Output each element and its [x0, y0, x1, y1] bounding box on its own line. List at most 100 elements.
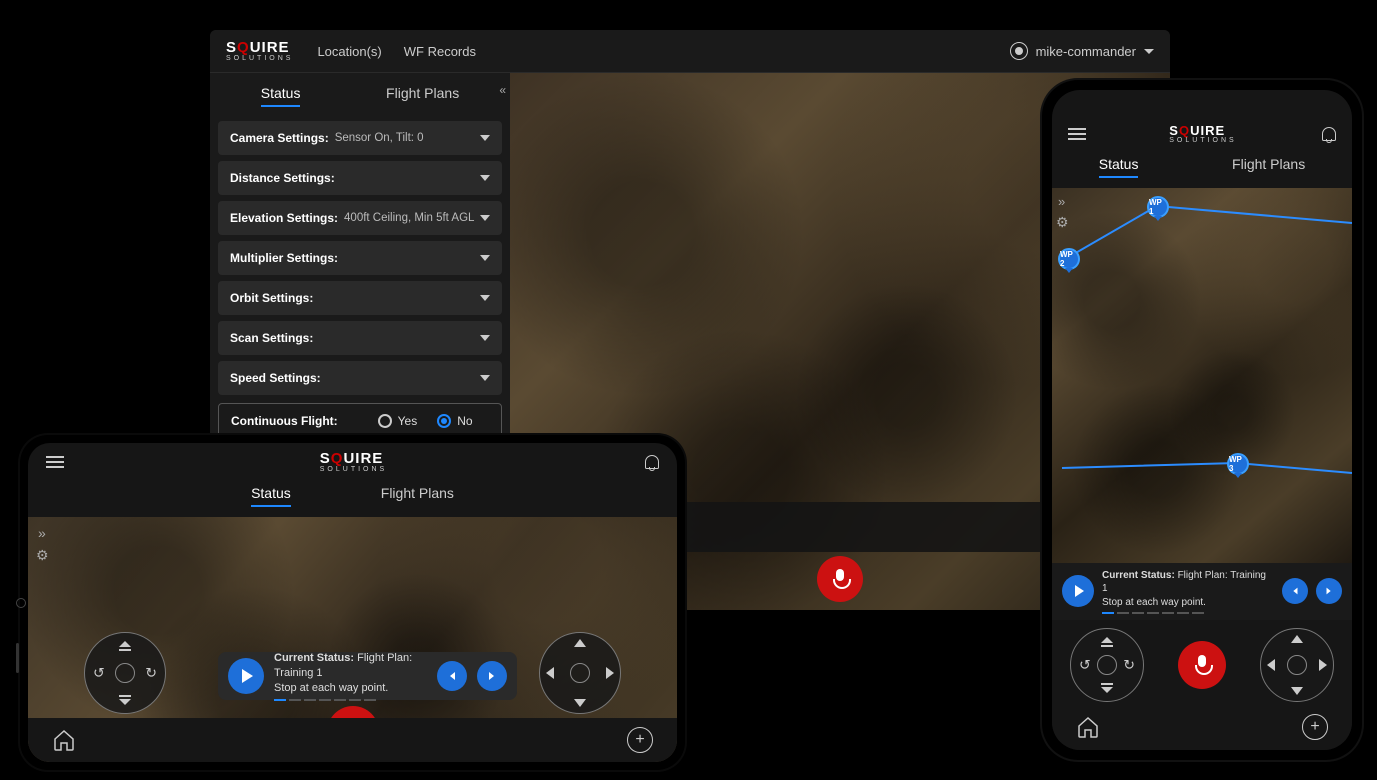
setting-elevation[interactable]: Elevation Settings: 400ft Ceiling, Min 5…	[218, 201, 502, 235]
waypoint-marker-1[interactable]: WP 1	[1147, 196, 1169, 218]
home-icon[interactable]	[1076, 715, 1100, 739]
mic-icon	[1195, 655, 1209, 675]
tab-flight-plans[interactable]: Flight Plans	[381, 485, 454, 507]
logo-text: S	[320, 450, 331, 467]
logo-accent: Q	[237, 39, 250, 56]
dpad-center-icon	[570, 663, 590, 683]
user-menu[interactable]: mike-commander	[1010, 42, 1154, 60]
play-icon	[242, 669, 253, 683]
status-title: Current Status:	[274, 652, 354, 664]
logo-text2: UIRE	[1190, 123, 1225, 138]
next-waypoint-button[interactable]	[477, 661, 507, 691]
tablet-home-hardware-button	[16, 598, 26, 608]
dpad-center-icon	[115, 663, 135, 683]
arrow-down-icon[interactable]	[1291, 687, 1303, 695]
setting-label: Distance Settings:	[230, 171, 335, 185]
add-button[interactable]: +	[627, 727, 653, 753]
setting-multiplier[interactable]: Multiplier Settings:	[218, 241, 502, 275]
arrow-left-icon[interactable]	[1267, 659, 1275, 671]
waypoint-marker-2[interactable]: WP 2	[1058, 248, 1080, 270]
setting-distance[interactable]: Distance Settings:	[218, 161, 502, 195]
radio-label: No	[457, 414, 472, 428]
mic-button[interactable]	[1178, 641, 1226, 689]
setting-value: 400ft Ceiling, Min 5ft AGL	[344, 212, 474, 224]
collapse-sidebar-icon[interactable]: «	[495, 79, 510, 101]
status-card: Current Status: Flight Plan: Training 1 …	[218, 652, 517, 700]
home-icon[interactable]	[52, 728, 76, 752]
add-button[interactable]: +	[1302, 714, 1328, 740]
tab-status[interactable]: Status	[261, 85, 301, 107]
dpad-direction[interactable]	[539, 632, 621, 714]
nav-locations[interactable]: Location(s)	[317, 44, 381, 59]
notifications-icon[interactable]	[643, 453, 659, 471]
continuous-flight-label: Continuous Flight:	[231, 414, 338, 428]
dpad-altitude[interactable]: ↺ ↻	[1070, 628, 1144, 702]
setting-scan[interactable]: Scan Settings:	[218, 321, 502, 355]
expand-panel-icon[interactable]: »	[38, 525, 46, 541]
logo-accent: Q	[1179, 123, 1190, 138]
radio-label: Yes	[398, 414, 418, 428]
next-waypoint-button[interactable]	[1316, 578, 1342, 604]
progress-indicator	[274, 699, 427, 701]
descend-icon[interactable]	[118, 695, 132, 705]
waypoint-marker-3[interactable]: WP 3	[1227, 453, 1249, 475]
arrow-down-icon[interactable]	[574, 699, 586, 707]
menu-button[interactable]	[46, 456, 64, 468]
radio-no[interactable]: No	[437, 414, 472, 428]
arrow-right-icon[interactable]	[606, 667, 614, 679]
status-plan: Flight Plan: Training 1	[274, 652, 412, 679]
rotate-right-icon[interactable]: ↻	[145, 665, 157, 682]
logo-sub: SOLUTIONS	[320, 466, 387, 473]
ascend-icon[interactable]	[118, 641, 132, 651]
setting-label: Elevation Settings:	[230, 211, 338, 225]
phone-map-view[interactable]: » ⚙ WP 1 WP 2 WP 3	[1052, 188, 1352, 563]
setting-orbit[interactable]: Orbit Settings:	[218, 281, 502, 315]
nav-wf-records[interactable]: WF Records	[404, 44, 476, 59]
mic-button[interactable]	[817, 556, 863, 602]
gear-icon[interactable]: ⚙	[1056, 214, 1069, 231]
arrow-right-icon[interactable]	[1319, 659, 1327, 671]
expand-panel-icon[interactable]: »	[1058, 194, 1065, 209]
notifications-icon[interactable]	[1320, 125, 1336, 143]
dpad-altitude[interactable]: ↺ ↻	[84, 632, 166, 714]
chevron-down-icon	[480, 335, 490, 341]
tab-flight-plans[interactable]: Flight Plans	[1232, 156, 1305, 178]
tab-status[interactable]: Status	[1099, 156, 1139, 178]
setting-camera[interactable]: Camera Settings: Sensor On, Tilt: 0	[218, 121, 502, 155]
tablet-tabs: Status Flight Plans	[28, 481, 677, 517]
desktop-header: SQUIRE SOLUTIONS Location(s) WF Records …	[210, 30, 1170, 73]
tab-status[interactable]: Status	[251, 485, 291, 507]
setting-speed[interactable]: Speed Settings:	[218, 361, 502, 395]
brand-logo: SQUIRE SOLUTIONS	[1169, 124, 1236, 144]
radio-icon	[437, 414, 451, 428]
mic-icon	[833, 569, 847, 589]
ascend-icon[interactable]	[1100, 637, 1114, 647]
gear-icon[interactable]: ⚙	[36, 547, 49, 564]
phone-status-row: Current Status: Flight Plan: Training 1 …	[1052, 563, 1352, 621]
rotate-left-icon[interactable]: ↺	[93, 665, 105, 682]
setting-label: Speed Settings:	[230, 371, 321, 385]
tab-flight-plans[interactable]: Flight Plans	[386, 85, 459, 107]
descend-icon[interactable]	[1100, 683, 1114, 693]
setting-value: Sensor On, Tilt: 0	[335, 132, 424, 144]
dpad-center-icon	[1287, 655, 1307, 675]
dpad-center-icon	[1097, 655, 1117, 675]
play-button[interactable]	[1062, 575, 1094, 607]
chevron-down-icon	[480, 175, 490, 181]
menu-button[interactable]	[1068, 128, 1086, 140]
logo-text2: UIRE	[250, 39, 290, 56]
play-button[interactable]	[228, 658, 264, 694]
rotate-right-icon[interactable]: ↻	[1123, 657, 1135, 674]
chevron-down-icon	[480, 255, 490, 261]
radio-yes[interactable]: Yes	[378, 414, 418, 428]
arrow-up-icon[interactable]	[1291, 635, 1303, 643]
prev-waypoint-button[interactable]	[1282, 578, 1308, 604]
arrow-up-icon[interactable]	[574, 639, 586, 647]
arrow-left-icon[interactable]	[546, 667, 554, 679]
rotate-left-icon[interactable]: ↺	[1079, 657, 1091, 674]
prev-waypoint-button[interactable]	[437, 661, 467, 691]
phone-header: SQUIRE SOLUTIONS	[1052, 118, 1352, 154]
logo-text: S	[226, 39, 237, 56]
tablet-header: SQUIRE SOLUTIONS	[28, 443, 677, 481]
dpad-direction[interactable]	[1260, 628, 1334, 702]
